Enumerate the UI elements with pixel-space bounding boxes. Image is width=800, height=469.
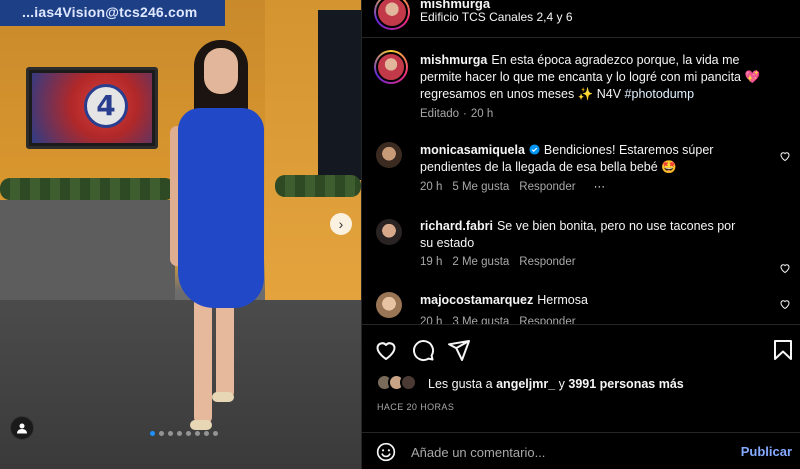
carousel-dot	[168, 431, 173, 436]
emoji-icon[interactable]	[376, 442, 396, 462]
likes-middle: y	[555, 377, 569, 391]
tag-user-icon	[17, 423, 27, 434]
post-panel: mishmurga Edificio TCS Canales 2,4 y 6 m…	[361, 0, 800, 469]
presenter-figure	[170, 40, 267, 432]
add-comment-bar: Publicar	[362, 432, 800, 469]
comment-meta: 20 h 5 Me gusta Responder ···	[420, 181, 605, 193]
avatar-image	[376, 0, 408, 28]
chevron-right-icon: ›	[338, 216, 344, 232]
caption-text: mishmurga En esta época agradezco porque,…	[420, 52, 780, 103]
carousel-dot	[195, 431, 200, 436]
comments-list[interactable]: mishmurga En esta época agradezco porque,…	[362, 38, 800, 324]
header-location[interactable]: Edificio TCS Canales 2,4 y 6	[420, 10, 573, 24]
comment-username[interactable]: majocostamarquez	[420, 293, 533, 307]
heart-icon[interactable]	[779, 262, 791, 274]
comment-username[interactable]: richard.fabri	[420, 219, 493, 233]
comment-meta: 19 h 2 Me gusta Responder	[420, 256, 576, 268]
carousel-dot	[177, 431, 182, 436]
carousel-dot	[186, 431, 191, 436]
post-timestamp[interactable]: HACE 20 HORAS	[377, 402, 454, 412]
liker-avatar	[400, 374, 417, 391]
comment-text: richard.fabri Se ve bien bonita, pero no …	[420, 218, 750, 252]
presenter-shoe	[190, 420, 212, 430]
comment-likes[interactable]: 2 Me gusta	[452, 256, 509, 268]
comment-meta: 20 h 3 Me gusta Responder	[420, 316, 576, 324]
edited-label: Editado	[420, 108, 460, 120]
verified-badge-icon	[529, 144, 540, 155]
comment-likes[interactable]: 5 Me gusta	[452, 181, 509, 193]
more-options-button[interactable]: ···	[594, 181, 606, 193]
comment-input[interactable]	[411, 441, 731, 463]
likes-count[interactable]: 3991 personas más	[568, 377, 683, 391]
carousel-next-button[interactable]: ›	[330, 213, 352, 235]
caption-time: 20 h	[470, 108, 494, 120]
post-header: mishmurga Edificio TCS Canales 2,4 y 6	[362, 0, 800, 38]
studio-desk	[0, 200, 175, 310]
reply-button[interactable]: Responder	[519, 316, 575, 324]
commenter-avatar[interactable]	[376, 292, 402, 318]
studio-window	[318, 10, 361, 180]
carousel-dot	[150, 431, 155, 436]
comment-likes[interactable]: 3 Me gusta	[452, 316, 509, 324]
comment-body: Hermosa	[537, 293, 588, 307]
carousel-dot	[159, 431, 164, 436]
caption-username[interactable]: mishmurga	[420, 53, 487, 67]
channel-logo: 4	[84, 84, 128, 128]
christmas-garland	[275, 175, 361, 197]
publish-button[interactable]: Publicar	[741, 444, 792, 459]
carousel-dots	[150, 431, 218, 436]
caption-meta: Editado · 20 h	[420, 108, 493, 120]
post-media[interactable]: ...ias4Vision@tcs246.com 4 ›	[0, 0, 361, 469]
caption-hashtag[interactable]: #photodump	[625, 87, 695, 101]
author-avatar[interactable]	[374, 50, 408, 84]
commenter-avatar[interactable]	[376, 142, 402, 168]
comment-icon[interactable]	[411, 338, 435, 362]
heart-icon[interactable]	[779, 298, 791, 310]
likes-summary[interactable]: Les gusta a angeljmr_ y 3991 personas má…	[428, 377, 684, 391]
heart-icon[interactable]	[779, 150, 791, 162]
comment-username[interactable]: monicasamiquela	[420, 143, 525, 157]
bookmark-icon[interactable]	[771, 338, 795, 362]
presenter-shoe	[212, 392, 234, 402]
likes-user[interactable]: angeljmr_	[496, 377, 555, 391]
comment-time: 19 h	[420, 256, 443, 268]
comment-text: monicasamiquela Bendiciones! Estaremos sú…	[420, 142, 750, 176]
meta-separator: ·	[463, 108, 467, 120]
liker-avatars[interactable]	[376, 374, 417, 391]
carousel-dot	[213, 431, 218, 436]
studio-banner: ...ias4Vision@tcs246.com	[0, 0, 225, 26]
tagged-users-button[interactable]	[10, 416, 34, 440]
reply-button[interactable]: Responder	[519, 181, 575, 193]
author-avatar[interactable]	[374, 0, 410, 30]
share-icon[interactable]	[447, 338, 471, 362]
comment-time: 20 h	[420, 316, 443, 324]
comment-time: 20 h	[420, 181, 443, 193]
studio-tv: 4	[26, 67, 158, 149]
avatar-image	[376, 52, 406, 82]
comment-text: majocostamarquez Hermosa	[420, 292, 750, 309]
presenter-face	[204, 48, 238, 94]
reply-button[interactable]: Responder	[519, 256, 575, 268]
likes-prefix: Les gusta a	[428, 377, 497, 391]
carousel-dot	[204, 431, 209, 436]
commenter-avatar[interactable]	[376, 219, 402, 245]
presenter-leg	[194, 295, 212, 425]
blue-dress	[178, 108, 264, 308]
christmas-garland	[0, 178, 175, 200]
heart-icon[interactable]	[374, 338, 398, 362]
